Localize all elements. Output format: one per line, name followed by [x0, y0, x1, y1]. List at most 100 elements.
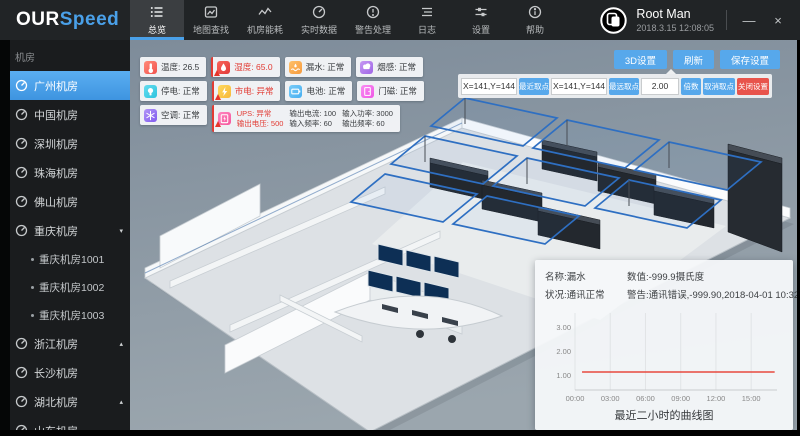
alert-circle-icon	[365, 4, 381, 20]
expand-arrow-icon: ▴	[119, 340, 130, 348]
multiplier-button[interactable]: 倍数	[681, 78, 701, 95]
far-point-button[interactable]: 最远取点	[609, 78, 639, 95]
sidebar-gutter	[0, 40, 10, 430]
room-label: 浙江机房	[34, 336, 78, 352]
tab-logs[interactable]: 日志	[400, 0, 454, 40]
sensor-badge-ups: UPS: 异常 输出电压: 500 输出电流: 100 输入频率: 60 输入功…	[212, 105, 400, 132]
room-label: 长沙机房	[34, 365, 78, 381]
tab-label: 设置	[472, 23, 490, 36]
sidebar-item-guangzhou[interactable]: 广州机房	[10, 71, 130, 100]
chart-title: 最近二小时的曲线图	[545, 407, 783, 423]
room-gauge-icon	[15, 137, 28, 150]
sidebar-item-chongqing[interactable]: 重庆机房 ▾	[10, 216, 130, 245]
view-toolbar: 3D设置 刷新 保存设置	[614, 50, 780, 69]
sidebar-item-changsha[interactable]: 长沙机房	[10, 358, 130, 387]
multiplier-input[interactable]	[641, 78, 679, 95]
tab-alert-handling[interactable]: 警告处理	[346, 0, 400, 40]
minimize-button[interactable]: —	[739, 13, 759, 28]
sensor-badge-humidity: 湿度: 65.0	[211, 57, 279, 77]
far-point-input[interactable]	[551, 78, 607, 95]
log-lines-icon	[419, 4, 435, 20]
tab-realtime-data[interactable]: 实时数据	[292, 0, 346, 40]
sensor-badge-door-magnet: 门磁: 正常	[357, 81, 424, 101]
ups-icon	[218, 112, 231, 125]
datetime: 2018.3.15 12:08:05	[636, 23, 714, 33]
sensor-badge-battery: 电池: 正常	[285, 81, 352, 101]
room-list: 机房 广州机房 中国机房 深圳机房 珠海机房	[10, 40, 130, 430]
warning-icon	[214, 70, 220, 76]
sensor-detail-text: 名称:漏水 数值:-999.9摄氏度 状况:通讯正常 警告:通讯错误,-999.…	[545, 269, 783, 301]
tab-room-energy[interactable]: 机房能耗	[238, 0, 292, 40]
window-frame-bottom	[0, 430, 800, 436]
cancel-point-button[interactable]: 取消取点	[703, 78, 735, 95]
sensor-name: 名称:漏水	[545, 269, 627, 283]
overview-list-icon	[149, 4, 165, 20]
sidebar-item-zhuhai[interactable]: 珠海机房	[10, 158, 130, 187]
user-info: Root Man 2018.3.15 12:08:05	[636, 7, 714, 33]
room-gauge-icon	[15, 224, 28, 237]
room-label: 湖北机房	[34, 394, 78, 410]
sidebar-title: 机房	[10, 40, 130, 71]
sensor-badge-smoke: 烟感: 正常	[356, 57, 423, 77]
ups-output-column: 输出电流: 100 输入频率: 60	[289, 109, 336, 129]
svg-text:06:00: 06:00	[636, 394, 655, 403]
humidity-icon	[217, 61, 230, 74]
sidebar-item-shandong[interactable]: 山东机房	[10, 416, 130, 430]
close-settings-button[interactable]: 关闭设置	[737, 78, 769, 95]
history-line-chart: 00:0003:0006:0009:0012:0015:001.002.003.…	[545, 308, 783, 404]
tab-map-search[interactable]: 地图查找	[184, 0, 238, 40]
room-label: 重庆机房1003	[39, 308, 104, 323]
sidebar-item-shenzhen[interactable]: 深圳机房	[10, 129, 130, 158]
room-label: 重庆机房	[34, 223, 78, 239]
svg-text:2.00: 2.00	[556, 347, 571, 356]
3d-settings-bar: 最近取点 最远取点 倍数 取消取点 关闭设置	[458, 74, 772, 98]
nav-tabs: 总览 地图查找 机房能耗 实时数据	[130, 0, 562, 40]
tab-overview[interactable]: 总览	[130, 0, 184, 40]
sidebar-item-chongqing-1001[interactable]: 重庆机房1001	[10, 245, 130, 273]
thermometer-icon	[144, 61, 157, 74]
app-window: OURSpeed 总览 地图查找 机房能耗	[0, 0, 800, 436]
room-label: 珠海机房	[34, 165, 78, 181]
room-gauge-icon	[15, 424, 28, 430]
expand-arrow-icon: ▴	[119, 398, 130, 406]
sidebar-item-foshan[interactable]: 佛山机房	[10, 187, 130, 216]
room-label: 重庆机房1002	[39, 280, 104, 295]
brand-logo	[600, 7, 627, 34]
warning-icon	[215, 94, 221, 100]
save-settings-button[interactable]: 保存设置	[720, 50, 780, 69]
room-label: 重庆机房1001	[39, 252, 104, 267]
sensor-badge-water-leak: 漏水: 正常	[285, 57, 352, 77]
svg-text:00:00: 00:00	[566, 394, 585, 403]
near-point-button[interactable]: 最近取点	[519, 78, 549, 95]
refresh-button[interactable]: 刷新	[673, 50, 714, 69]
room-gauge-icon	[15, 395, 28, 408]
sensor-badge-power-outage: 停电: 正常	[140, 81, 207, 101]
sensor-badge-aircon: 空调: 正常	[140, 105, 207, 125]
tab-settings[interactable]: 设置	[454, 0, 508, 40]
sidebar-item-zhejiang[interactable]: 浙江机房 ▴	[10, 329, 130, 358]
svg-text:15:00: 15:00	[742, 394, 761, 403]
tab-label: 实时数据	[301, 23, 337, 36]
sidebar-item-zhongguo[interactable]: 中国机房	[10, 100, 130, 129]
close-button[interactable]: ×	[768, 13, 788, 28]
svg-text:3.00: 3.00	[556, 323, 571, 332]
room-label: 广州机房	[34, 78, 78, 94]
sidebar-item-chongqing-1003[interactable]: 重庆机房1003	[10, 301, 130, 329]
sidebar-item-hubei[interactable]: 湖北机房 ▴	[10, 387, 130, 416]
divider	[726, 10, 727, 30]
sensor-value: 数值:-999.9摄氏度	[627, 269, 800, 283]
3d-settings-button[interactable]: 3D设置	[614, 50, 667, 69]
bulb-icon	[144, 85, 157, 98]
room-gauge-icon	[15, 79, 28, 92]
tab-help[interactable]: 帮助	[508, 0, 562, 40]
sensor-badge-mains-power: 市电: 异常	[212, 81, 281, 101]
sensor-badges: 温度: 26.5 湿度: 65.0 漏水: 正常 烟感: 正常	[140, 57, 424, 132]
sensor-warning: 警告:通讯错误,-999.90,2018-04-01 10:32:58	[627, 287, 800, 301]
sensor-status: 状况:通讯正常	[545, 287, 627, 301]
energy-wave-icon	[257, 4, 273, 20]
room-gauge-icon	[15, 366, 28, 379]
user-name: Root Man	[636, 7, 714, 21]
near-point-input[interactable]	[461, 78, 517, 95]
sidebar-item-chongqing-1002[interactable]: 重庆机房1002	[10, 273, 130, 301]
room-gauge-icon	[15, 108, 28, 121]
